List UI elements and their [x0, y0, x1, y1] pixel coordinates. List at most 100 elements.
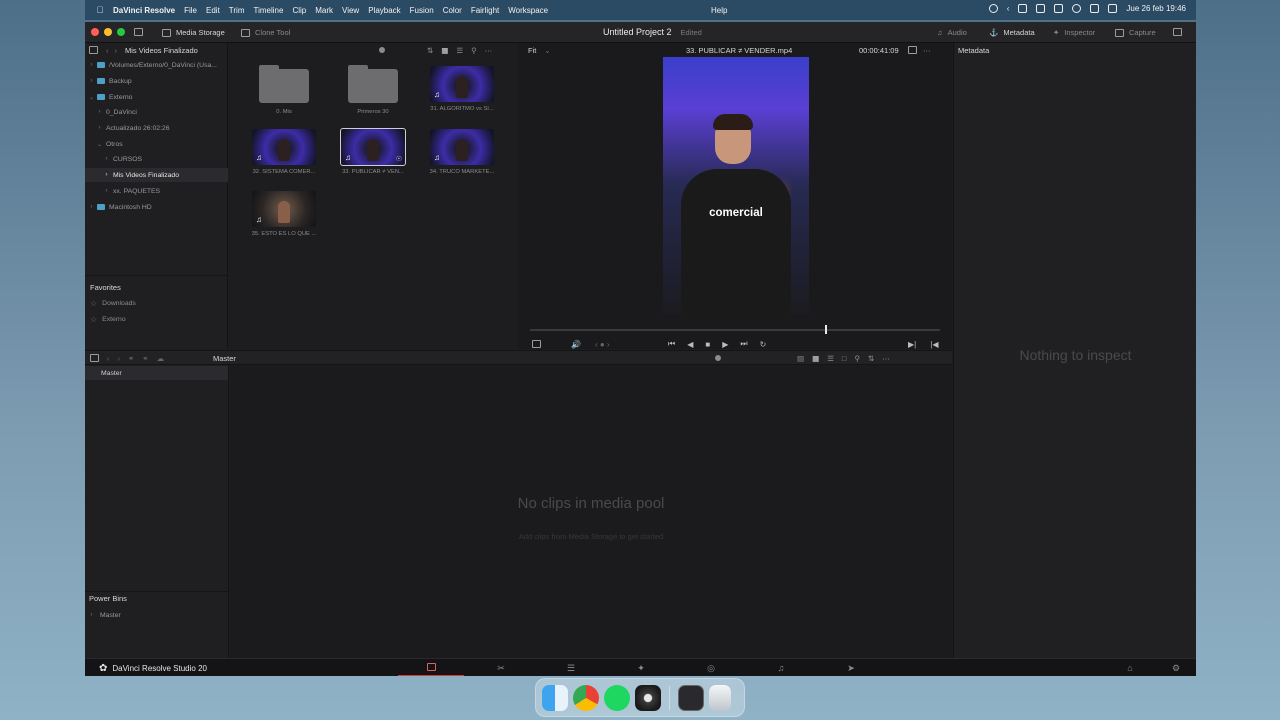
list-view-icon[interactable]: ☰ — [827, 354, 834, 363]
menu-fairlight[interactable]: Fairlight — [471, 6, 499, 15]
list-view-icon[interactable]: ☰ — [456, 46, 463, 55]
nav-forward-icon[interactable]: › — [118, 354, 121, 363]
back-icon[interactable]: ‹ — [1007, 4, 1010, 13]
sort-icon[interactable]: ⇅ — [427, 46, 433, 55]
clip-item[interactable]: 0. Mis — [251, 65, 317, 115]
datetime[interactable]: Jue 26 feb 19:46 — [1126, 4, 1186, 13]
control-icon[interactable] — [1018, 4, 1028, 13]
more-options-icon[interactable]: ⋯ — [923, 46, 931, 55]
sort-icon[interactable]: ⇅ — [868, 354, 874, 363]
davinci-resolve-icon[interactable] — [635, 684, 661, 711]
trash-icon[interactable] — [709, 684, 731, 711]
sidebar-toggle-icon[interactable] — [89, 46, 98, 54]
menu-file[interactable]: File — [184, 6, 197, 15]
nav-back-icon[interactable]: ‹ — [106, 46, 109, 55]
scrubber-track[interactable] — [530, 329, 940, 331]
record-icon[interactable] — [988, 4, 998, 13]
clip-item[interactable]: ♫ 31. ALGORITMO vs SI... — [429, 66, 495, 112]
go-to-start-icon[interactable]: ⏮ — [668, 339, 675, 349]
clone-tool-tab[interactable]: Clone Tool — [241, 28, 290, 37]
bin-master[interactable]: Master — [85, 366, 228, 380]
tree-item-otros[interactable]: ⌄ Otros — [85, 137, 228, 151]
tree-item-externo[interactable]: ⌄ Externo — [85, 90, 228, 104]
power-bin-master[interactable]: › Master — [85, 608, 228, 622]
menu-playback[interactable]: Playback — [368, 6, 400, 15]
finder-icon[interactable] — [542, 684, 568, 711]
search-icon[interactable]: ⚲ — [471, 46, 477, 55]
clip-item[interactable]: ♫ 32. SISTEMA COMER... — [251, 129, 317, 175]
inspector-tab[interactable]: ✦ Inspector — [1053, 28, 1095, 37]
tree-item-macintosh[interactable]: › Macintosh HD — [85, 200, 228, 214]
link-icon[interactable]: ⚭ — [128, 354, 134, 363]
battery-icon[interactable] — [1054, 4, 1064, 13]
tree-item-davinci[interactable]: › 0_DaVinci — [85, 105, 228, 119]
media-storage-tab[interactable]: Media Storage — [162, 28, 225, 37]
nav-forward-icon[interactable]: › — [115, 46, 118, 55]
page-edit[interactable]: ☰ — [538, 659, 604, 676]
go-to-end-icon[interactable]: ⏭ — [740, 339, 747, 349]
search-icon[interactable] — [1090, 4, 1100, 13]
clip-item[interactable]: ♫ 35. ESTO ES LO QUE ... — [251, 191, 317, 237]
page-media[interactable] — [398, 659, 464, 676]
audio-tab[interactable]: ♫ Audio — [937, 28, 967, 37]
more-options-icon[interactable]: ⋯ — [485, 46, 493, 55]
control-center-icon[interactable] — [1108, 4, 1118, 13]
close-button[interactable] — [91, 28, 99, 36]
tree-item-mis-videos[interactable]: › Mis Videos Finalizado — [85, 168, 228, 182]
bin-list-toggle-icon[interactable] — [90, 354, 99, 362]
mark-in-icon[interactable]: ▶| — [908, 340, 916, 349]
page-deliver[interactable]: ➤ — [818, 659, 884, 676]
menu-trim[interactable]: Trim — [229, 6, 245, 15]
tree-item-paquetes[interactable]: › xx. PAQUETES — [85, 184, 228, 198]
grid-view-icon[interactable]: ▦ — [441, 46, 448, 55]
playhead[interactable] — [825, 325, 828, 334]
metadata-view-icon[interactable]: ▤ — [797, 354, 804, 363]
page-fairlight[interactable]: ♫ — [748, 659, 814, 676]
grid-view-icon[interactable]: ▦ — [812, 354, 819, 363]
viewer-layout-icon[interactable] — [532, 340, 541, 348]
project-manager-button[interactable]: ⌂ — [1115, 659, 1145, 676]
page-cut[interactable]: ✂ — [468, 659, 534, 676]
video-frame[interactable]: comercial — [663, 57, 809, 315]
pool-thumb-size-slider[interactable] — [715, 355, 721, 361]
mark-out-icon[interactable]: |◀ — [930, 340, 938, 349]
page-fusion[interactable]: ✦ — [608, 659, 674, 676]
volume-icon[interactable]: 🔊 — [571, 340, 581, 349]
zoom-button[interactable] — [117, 28, 125, 36]
favorite-externo[interactable]: ☆ Externo — [85, 312, 126, 326]
tree-item-volume[interactable]: › /Volumes/Externo/0_DaVinci (Usa... — [85, 58, 228, 72]
play-reverse-icon[interactable]: ◀ — [687, 340, 693, 349]
loop-icon[interactable]: ↻ — [760, 340, 767, 349]
panel-toggle[interactable] — [134, 28, 143, 36]
favorite-downloads[interactable]: ☆ Downloads — [85, 296, 136, 310]
clip-item[interactable]: Primeros 30 — [340, 65, 406, 115]
tree-item-cursos[interactable]: › CURSOS — [85, 152, 228, 166]
nav-back-icon[interactable]: ‹ — [107, 354, 110, 363]
apple-icon[interactable]:  — [95, 5, 105, 15]
menu-timeline[interactable]: Timeline — [254, 6, 284, 15]
menu-edit[interactable]: Edit — [206, 6, 220, 15]
wifi-icon[interactable] — [1072, 4, 1082, 13]
viewer-mode-icon[interactable] — [908, 46, 917, 54]
menu-fusion[interactable]: Fusion — [410, 6, 434, 15]
zoom-dropdown[interactable]: Fit ⌄ — [528, 43, 551, 57]
tree-item-backup[interactable]: › Backup — [85, 74, 228, 88]
fullscreen-toggle[interactable] — [1173, 28, 1182, 36]
tree-item-actualizado[interactable]: › Actualizado 26:02:26 — [85, 121, 228, 135]
sync-icon[interactable]: ⚭ — [142, 354, 148, 363]
search-icon[interactable]: ⚲ — [854, 354, 860, 363]
chrome-icon[interactable] — [573, 684, 599, 711]
metadata-tab[interactable]: ⚓ Metadata — [989, 28, 1035, 37]
menu-mark[interactable]: Mark — [315, 6, 333, 15]
menu-view[interactable]: View — [342, 6, 359, 15]
spotify-icon[interactable] — [604, 684, 630, 711]
display-mode-icon[interactable]: □ — [842, 354, 847, 363]
screen-studio-icon[interactable] — [678, 684, 704, 711]
clip-item[interactable]: ♫ 34. TRUCO MARKETE... — [429, 129, 495, 175]
page-color[interactable]: ◎ — [678, 659, 744, 676]
minimize-button[interactable] — [104, 28, 112, 36]
menu-workspace[interactable]: Workspace — [508, 6, 548, 15]
settings-button[interactable]: ⚙ — [1161, 659, 1191, 676]
menu-app[interactable]: DaVinci Resolve — [113, 6, 175, 15]
thumb-size-slider[interactable] — [379, 47, 385, 53]
